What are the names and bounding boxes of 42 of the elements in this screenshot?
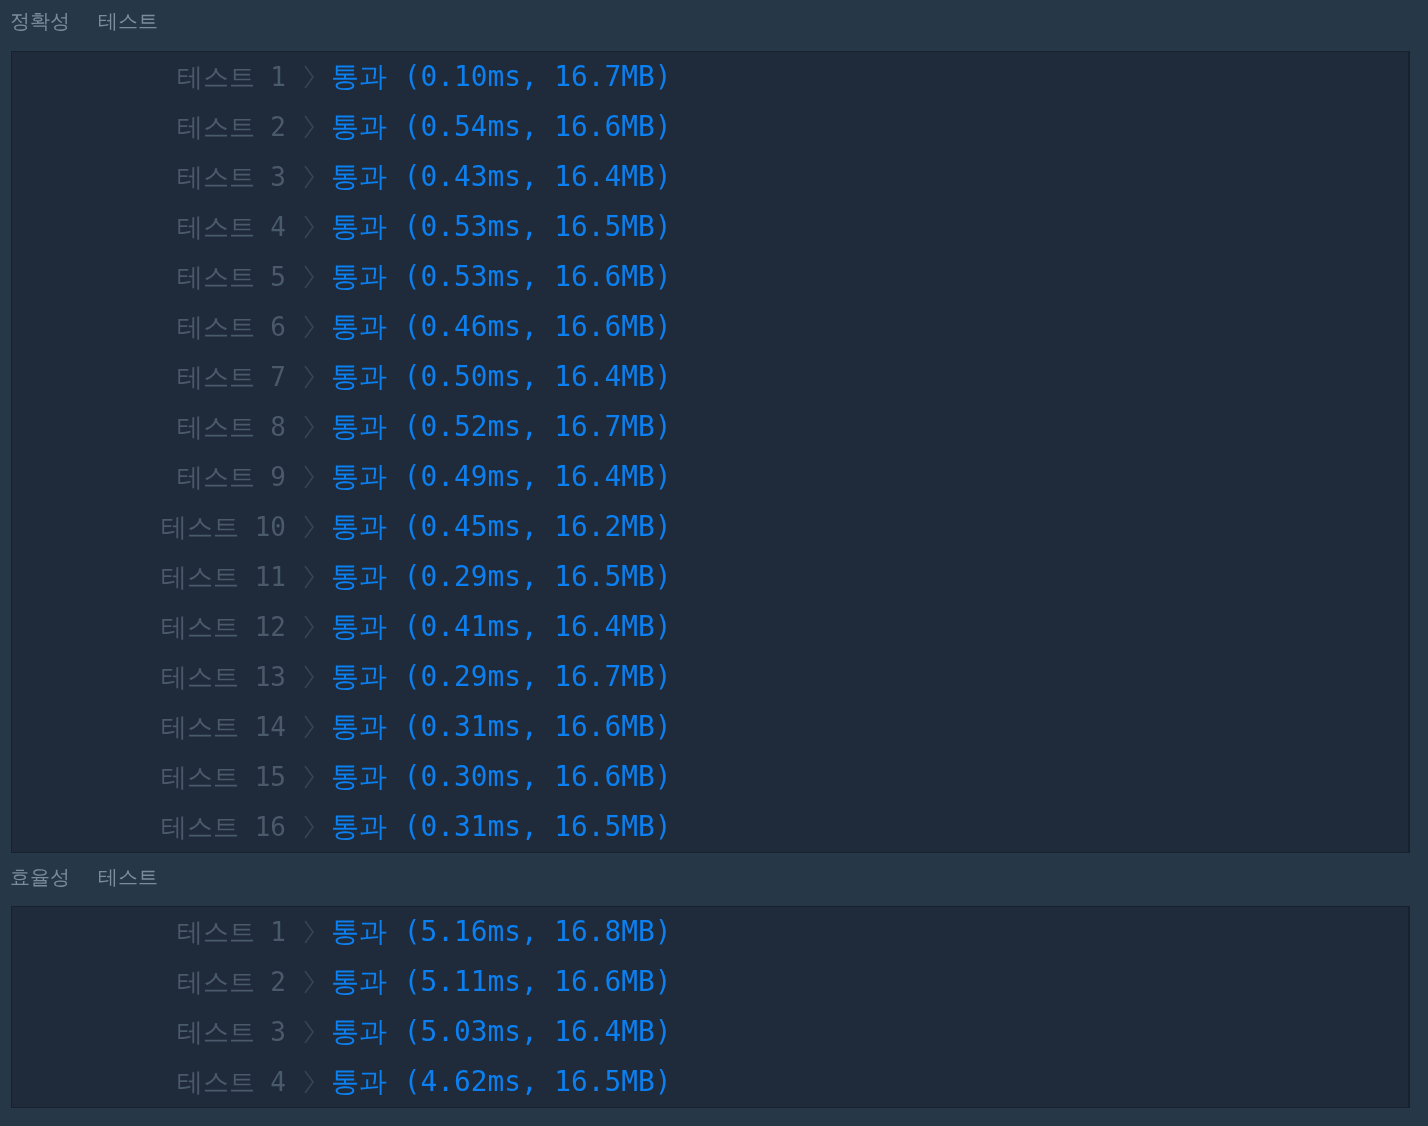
chevron-right-icon [303, 1020, 314, 1044]
section-title: 효율성 테스트 [10, 864, 159, 890]
test-result: 통과 (0.43ms, 16.4MB) [331, 160, 672, 194]
chevron-right-icon [303, 615, 314, 639]
test-result: 통과 (0.31ms, 16.5MB) [331, 810, 672, 844]
chevron-right-icon [303, 215, 314, 239]
chevron-right-icon [303, 265, 314, 289]
test-result: 통과 (0.50ms, 16.4MB) [331, 360, 672, 394]
test-result: 통과 (0.29ms, 16.5MB) [331, 560, 672, 594]
test-result: 통과 (0.10ms, 16.7MB) [331, 60, 672, 94]
chevron-right-icon [303, 715, 314, 739]
chevron-right-icon [303, 565, 314, 589]
chevron-right-icon [303, 165, 314, 189]
test-result: 통과 (4.62ms, 16.5MB) [331, 1065, 672, 1099]
chevron-right-icon [303, 1070, 314, 1094]
chevron-right-icon [303, 415, 314, 439]
chevron-right-icon [303, 315, 314, 339]
test-result: 통과 (5.03ms, 16.4MB) [331, 1015, 672, 1049]
test-result: 통과 (0.41ms, 16.4MB) [331, 610, 672, 644]
test-result: 통과 (0.29ms, 16.7MB) [331, 660, 672, 694]
test-result: 통과 (0.52ms, 16.7MB) [331, 410, 672, 444]
chevron-right-icon [303, 365, 314, 389]
chevron-right-icon [303, 115, 314, 139]
chevron-right-icon [303, 515, 314, 539]
test-result: 통과 (0.53ms, 16.5MB) [331, 210, 672, 244]
test-result: 통과 (5.16ms, 16.8MB) [331, 915, 672, 949]
test-result: 통과 (0.30ms, 16.6MB) [331, 760, 672, 794]
chevron-right-icon [303, 465, 314, 489]
test-result: 통과 (0.45ms, 16.2MB) [331, 510, 672, 544]
chevron-right-icon [303, 65, 314, 89]
section-title: 정확성 테스트 [10, 8, 159, 34]
chevron-right-icon [303, 815, 314, 839]
test-result: 통과 (0.54ms, 16.6MB) [331, 110, 672, 144]
test-result: 통과 (0.31ms, 16.6MB) [331, 710, 672, 744]
chevron-right-icon [303, 970, 314, 994]
test-result: 통과 (0.49ms, 16.4MB) [331, 460, 672, 494]
test-result: 통과 (5.11ms, 16.6MB) [331, 965, 672, 999]
test-result: 통과 (0.46ms, 16.6MB) [331, 310, 672, 344]
test-result: 통과 (0.53ms, 16.6MB) [331, 260, 672, 294]
chevron-right-icon [303, 920, 314, 944]
chevron-right-icon [303, 665, 314, 689]
chevron-right-icon [303, 765, 314, 789]
